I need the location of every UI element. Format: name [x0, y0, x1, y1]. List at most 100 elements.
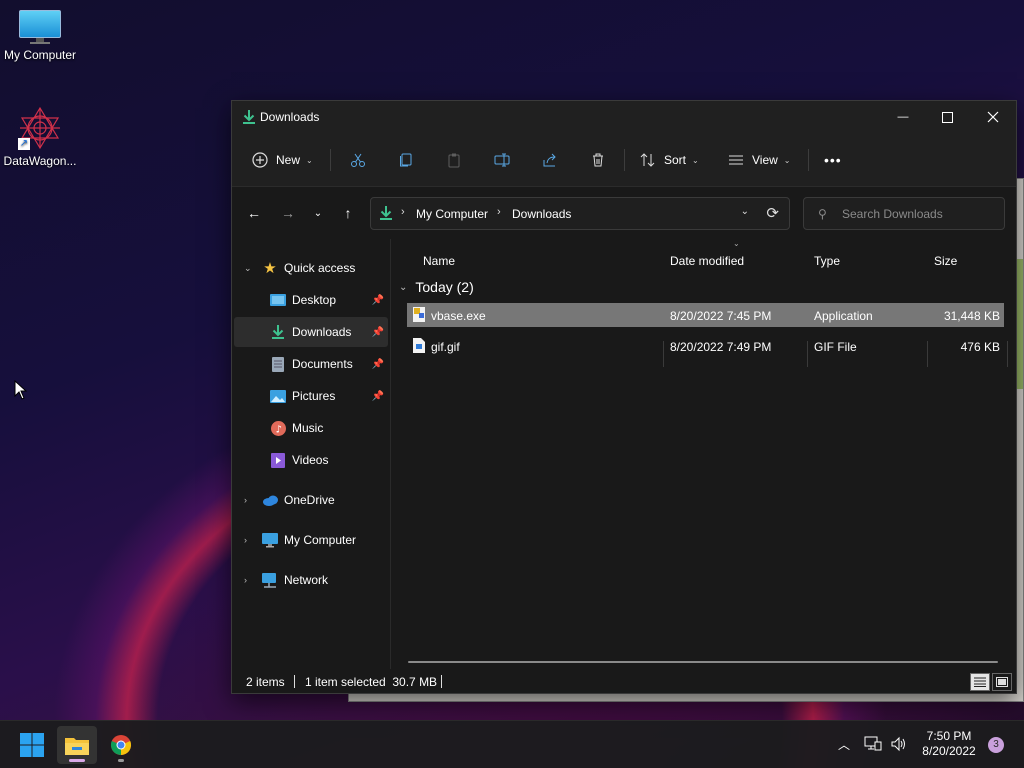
- sidebar-item-network[interactable]: › Network: [234, 565, 388, 595]
- shortcut-arrow-icon: ↗: [18, 138, 30, 150]
- sort-indicator-icon: ⌄: [733, 239, 740, 248]
- column-header-type[interactable]: Type: [814, 247, 928, 275]
- title-bar[interactable]: Downloads —: [232, 101, 1016, 133]
- sidebar-item-documents[interactable]: Documents 📌: [234, 349, 388, 379]
- rename-icon: [494, 153, 510, 167]
- up-button[interactable]: ↑: [338, 203, 358, 223]
- volume-icon[interactable]: [890, 736, 908, 755]
- file-date: 8/20/2022 7:49 PM: [670, 340, 772, 354]
- minimize-button[interactable]: —: [880, 101, 926, 133]
- chevron-down-icon: ⌄: [306, 155, 313, 165]
- cloud-icon: [262, 492, 278, 508]
- show-hidden-icons-button[interactable]: ︿: [838, 736, 850, 753]
- network-icon: [262, 572, 278, 588]
- status-bar: 2 items 1 item selected 30.7 MB: [232, 669, 1016, 695]
- more-options-button[interactable]: •••: [824, 145, 842, 175]
- tiles-view-button[interactable]: [992, 673, 1012, 691]
- videos-icon: [270, 452, 286, 468]
- address-bar[interactable]: › My Computer › Downloads ⌄ ⟳: [370, 197, 790, 230]
- file-size: 476 KB: [960, 340, 1000, 354]
- chevron-right-icon[interactable]: ›: [244, 575, 247, 585]
- table-row[interactable]: vbase.exe 8/20/2022 7:45 PM Application …: [407, 303, 1004, 327]
- music-icon: ♪: [270, 420, 286, 436]
- notification-badge[interactable]: 3: [988, 737, 1004, 753]
- file-type: Application: [814, 309, 873, 323]
- desktop-icon-label: DataWagon...: [3, 154, 77, 168]
- search-box[interactable]: ⚲: [803, 197, 1005, 230]
- details-view-button[interactable]: [970, 673, 990, 691]
- navigation-pane: ⌄ ★ Quick access Desktop 📌 Downloads 📌 D…: [232, 239, 390, 669]
- file-size: 31,448 KB: [943, 309, 1000, 323]
- command-bar: New ⌄ Sort ⌄ View ⌄ •••: [232, 133, 1016, 187]
- document-icon: [270, 356, 286, 372]
- chevron-down-icon[interactable]: ⌄: [244, 263, 252, 274]
- datawagon-logo-icon: ↗: [18, 106, 62, 150]
- taskbar-chrome[interactable]: [101, 726, 141, 764]
- file-type: GIF File: [814, 340, 857, 354]
- search-icon: ⚲: [818, 207, 827, 221]
- sidebar-item-onedrive[interactable]: › OneDrive: [234, 485, 388, 515]
- file-list: Name Date modified ⌄ Type Size ⌄ Today (…: [391, 239, 1018, 669]
- maximize-icon: [941, 111, 953, 123]
- pictures-icon: [270, 388, 286, 404]
- table-row[interactable]: gif.gif 8/20/2022 7:49 PM GIF File 476 K…: [407, 334, 1004, 358]
- sidebar-item-downloads[interactable]: Downloads 📌: [234, 317, 388, 347]
- desktop-icon-label: My Computer: [3, 48, 77, 62]
- svg-text:♪: ♪: [275, 424, 281, 435]
- column-header-size[interactable]: Size: [934, 247, 1004, 275]
- column-header-name[interactable]: Name: [423, 247, 663, 275]
- search-input[interactable]: [842, 205, 992, 223]
- back-button[interactable]: ←: [244, 203, 264, 223]
- clock[interactable]: 7:50 PM 8/20/2022: [912, 729, 986, 759]
- delete-button[interactable]: [590, 145, 606, 175]
- copy-button[interactable]: [398, 145, 414, 175]
- share-button[interactable]: [542, 145, 558, 175]
- start-button[interactable]: [12, 726, 52, 764]
- maximize-button[interactable]: [924, 101, 970, 133]
- copy-icon: [400, 153, 412, 167]
- column-header-date-modified[interactable]: Date modified: [670, 247, 808, 275]
- sidebar-item-music[interactable]: ♪ Music: [234, 413, 388, 443]
- chevron-right-icon[interactable]: ›: [244, 495, 247, 505]
- close-icon: [987, 111, 999, 123]
- group-header-today[interactable]: ⌄ Today (2): [399, 275, 474, 299]
- chrome-icon: [110, 735, 132, 756]
- chevron-right-icon[interactable]: ›: [244, 535, 247, 545]
- new-button[interactable]: New ⌄: [252, 145, 313, 175]
- horizontal-scrollbar[interactable]: [408, 661, 998, 663]
- close-button[interactable]: [970, 101, 1016, 133]
- breadcrumb-separator: ›: [401, 206, 405, 218]
- sidebar-item-pictures[interactable]: Pictures 📌: [234, 381, 388, 411]
- address-dropdown-button[interactable]: ⌄: [741, 206, 749, 217]
- tiles-view-icon: [996, 677, 1008, 687]
- breadcrumb-downloads[interactable]: Downloads: [512, 207, 571, 221]
- more-icon: •••: [824, 152, 842, 168]
- taskbar-file-explorer[interactable]: [57, 726, 97, 764]
- breadcrumb-my-computer[interactable]: My Computer: [416, 207, 488, 221]
- download-icon: [270, 324, 286, 340]
- forward-button[interactable]: →: [278, 203, 298, 223]
- monitor-icon: [19, 10, 61, 44]
- cut-button[interactable]: [350, 145, 366, 175]
- sidebar-item-desktop[interactable]: Desktop 📌: [234, 285, 388, 315]
- view-button[interactable]: View ⌄: [728, 145, 791, 175]
- star-icon: ★: [263, 260, 277, 277]
- sidebar-item-my-computer[interactable]: › My Computer: [234, 525, 388, 555]
- desktop-icon-datawagon[interactable]: ↗ DataWagon...: [0, 106, 80, 168]
- details-view-icon: [974, 677, 986, 687]
- sidebar-item-videos[interactable]: Videos: [234, 445, 388, 475]
- desktop-icon-my-computer[interactable]: My Computer: [0, 10, 80, 62]
- rename-button[interactable]: [494, 145, 510, 175]
- trash-icon: [593, 153, 603, 167]
- pin-icon: 📌: [371, 390, 384, 402]
- sort-button[interactable]: Sort ⌄: [640, 145, 699, 175]
- clipboard-icon: [448, 153, 460, 168]
- file-name: vbase.exe: [431, 309, 486, 323]
- sidebar-item-quick-access[interactable]: ⌄ ★ Quick access: [234, 253, 388, 283]
- recent-locations-button[interactable]: ⌄: [308, 203, 328, 223]
- paste-button[interactable]: [446, 145, 462, 175]
- pin-icon: 📌: [371, 326, 384, 338]
- network-status-icon[interactable]: [864, 736, 882, 755]
- download-icon: [243, 110, 255, 124]
- refresh-button[interactable]: ⟳: [766, 204, 779, 222]
